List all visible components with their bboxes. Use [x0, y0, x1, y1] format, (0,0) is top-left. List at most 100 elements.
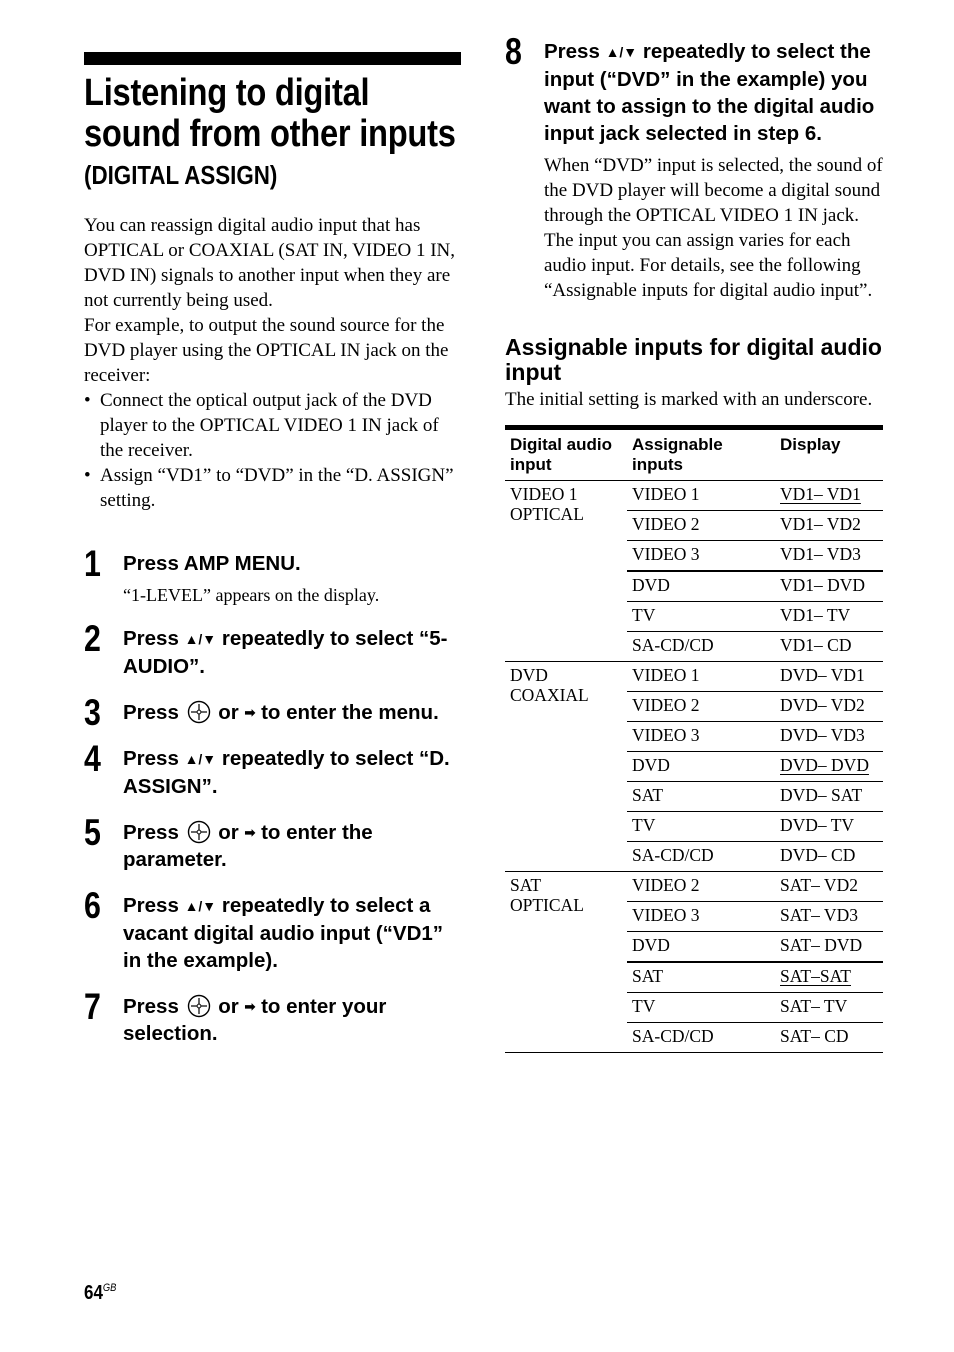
step-title: Press ▲/▼ repeatedly to select “D. ASSIG… [123, 747, 450, 798]
display-value: VD1– VD3 [780, 544, 861, 564]
display-cell: VD1– VD3 [775, 540, 883, 572]
intro-paragraph: You can reassign digital audio input tha… [84, 215, 456, 311]
up-down-arrow-icon: ▲/▼ [184, 898, 217, 914]
assignable-input-cell: SA-CD/CD [627, 841, 775, 872]
table-row: DVD COAXIAL VIDEO 1 DVD– VD1 [505, 661, 883, 872]
display-cell: SAT– DVD [775, 931, 883, 963]
page-subtitle: (DIGITAL ASSIGN) [84, 160, 278, 190]
display-cell: DVD– TV [775, 811, 883, 842]
digital-input-name: VIDEO 1 [510, 484, 578, 504]
display-cell: SAT– VD3 [775, 901, 883, 932]
step-description: When “DVD” input is selected, the sound … [544, 155, 883, 226]
display-cell: DVD– VD2 [775, 691, 883, 722]
display-cell: SAT– CD [775, 1022, 883, 1053]
step-title: Press ▲/▼ repeatedly to select a vacant … [123, 894, 444, 972]
assignable-input-cell: VIDEO 1 [627, 480, 775, 511]
right-column: 8 Press ▲/▼ repeatedly to select the inp… [505, 32, 883, 1053]
assignable-input-cell: VIDEO 2 [627, 510, 775, 541]
assignable-input-cell: SAT [627, 781, 775, 812]
display-value: SAT– TV [780, 996, 848, 1016]
display-cell: SAT–SAT [775, 961, 883, 993]
display-value: SAT– DVD [780, 935, 863, 955]
display-value: DVD– VD1 [780, 665, 865, 685]
title-rule [84, 52, 461, 65]
step-number: 1 [84, 543, 101, 584]
assignable-input-cell: TV [627, 811, 775, 842]
digital-input-cell: VIDEO 1 OPTICAL [505, 480, 627, 662]
intro-paragraph: For example, to output the sound source … [84, 315, 449, 386]
table-row: VIDEO 1 OPTICAL VIDEO 1 VD1– VD1 [505, 480, 883, 662]
digital-input-name: SAT [510, 875, 542, 895]
display-value: DVD– CD [780, 845, 856, 865]
display-value: SAT– VD2 [780, 875, 858, 895]
step-title: Press or ➡ to enter the parameter. [123, 820, 373, 871]
display-cell: DVD– VD3 [775, 721, 883, 752]
step-number: 5 [84, 812, 101, 853]
digital-input-type: OPTICAL [510, 895, 584, 915]
step-2: 2 Press ▲/▼ repeatedly to select “5-AUDI… [84, 619, 461, 680]
display-value: DVD– VD3 [780, 725, 865, 745]
enter-button-icon [187, 820, 210, 844]
assignable-input-cell: TV [627, 992, 775, 1023]
bullet-text: Assign “VD1” to “DVD” in the “D. ASSIGN”… [100, 465, 454, 511]
column-header: Assignable inputs [627, 425, 775, 481]
display-cell: VD1– VD1 [775, 480, 883, 511]
display-cell: VD1– TV [775, 601, 883, 632]
enter-button-icon [187, 700, 210, 724]
display-cell: VD1– CD [775, 631, 883, 662]
bullet-icon: • [84, 390, 91, 411]
display-cell: DVD– VD1 [775, 661, 883, 692]
step-8: 8 Press ▲/▼ repeatedly to select the inp… [505, 32, 883, 303]
step-number: 3 [84, 692, 101, 733]
step-title: Press or ➡ to enter the menu. [123, 700, 439, 724]
table-section-title: Assignable inputs for digital audio inpu… [505, 334, 882, 385]
display-value: DVD– TV [780, 815, 855, 835]
assignable-input-cell: SAT [627, 961, 775, 993]
right-arrow-icon: ➡ [244, 705, 256, 720]
intro: You can reassign digital audio input tha… [84, 213, 461, 513]
assignable-input-cell: DVD [627, 570, 775, 602]
step-number: 6 [84, 885, 101, 926]
table-body: VIDEO 1 OPTICAL VIDEO 1 VD1– VD1 VIDEO 2 VD1–… [505, 480, 883, 1053]
right-arrow-icon: ➡ [244, 825, 256, 840]
assignable-input-cell: SA-CD/CD [627, 1022, 775, 1053]
display-cell: DVD– DVD [775, 751, 883, 782]
display-cell: VD1– DVD [775, 570, 883, 602]
assignable-input-cell: VIDEO 3 [627, 901, 775, 932]
up-down-arrow-icon: ▲/▼ [184, 751, 217, 767]
page-number: 64GB [84, 1282, 117, 1304]
assignable-input-cell: VIDEO 3 [627, 540, 775, 572]
step-number: 2 [84, 618, 101, 659]
bullet-text: Connect the optical output jack of the D… [100, 390, 439, 461]
step-number: 8 [505, 31, 522, 72]
display-cell: VD1– VD2 [775, 510, 883, 541]
digital-input-cell: DVD COAXIAL [505, 661, 627, 872]
bullet-list: • Connect the optical output jack of the … [84, 388, 461, 513]
initial-setting-value: VD1– VD1 [780, 484, 861, 504]
digital-input-cell: SAT OPTICAL [505, 871, 627, 1053]
display-value: VD1– TV [780, 605, 851, 625]
page-title: Listening to digital sound from other in… [84, 72, 456, 155]
step-title: Press ▲/▼ repeatedly to select “5-AUDIO”… [123, 627, 448, 678]
up-down-arrow-icon: ▲/▼ [605, 44, 638, 60]
step-6: 6 Press ▲/▼ repeatedly to select a vacan… [84, 886, 461, 974]
table-note: The initial setting is marked with an un… [505, 389, 873, 410]
right-arrow-icon: ➡ [244, 999, 256, 1014]
assignable-input-cell: VIDEO 2 [627, 691, 775, 722]
assignable-input-cell: TV [627, 601, 775, 632]
step-description: “1-LEVEL” appears on the display. [123, 585, 380, 605]
display-value: VD1– VD2 [780, 514, 861, 534]
digital-input-type: COAXIAL [510, 685, 589, 705]
step-description: The input you can assign varies for each… [544, 230, 873, 301]
bullet-item: • Connect the optical output jack of the … [84, 388, 461, 463]
table-header-row: Digital audio input Assignable inputs Di… [505, 425, 883, 481]
up-down-arrow-icon: ▲/▼ [184, 631, 217, 647]
digital-input-type: OPTICAL [510, 504, 584, 524]
display-value: VD1– CD [780, 635, 852, 655]
assignable-input-cell: VIDEO 3 [627, 721, 775, 752]
step-title: Press or ➡ to enter your selection. [123, 994, 387, 1045]
table-row: SAT OPTICAL VIDEO 2 SAT– VD2 [505, 871, 883, 1053]
display-value: VD1– DVD [780, 575, 866, 595]
region-code: GB [102, 1282, 117, 1294]
step-7: 7 Press or ➡ to enter your selection. [84, 987, 461, 1047]
